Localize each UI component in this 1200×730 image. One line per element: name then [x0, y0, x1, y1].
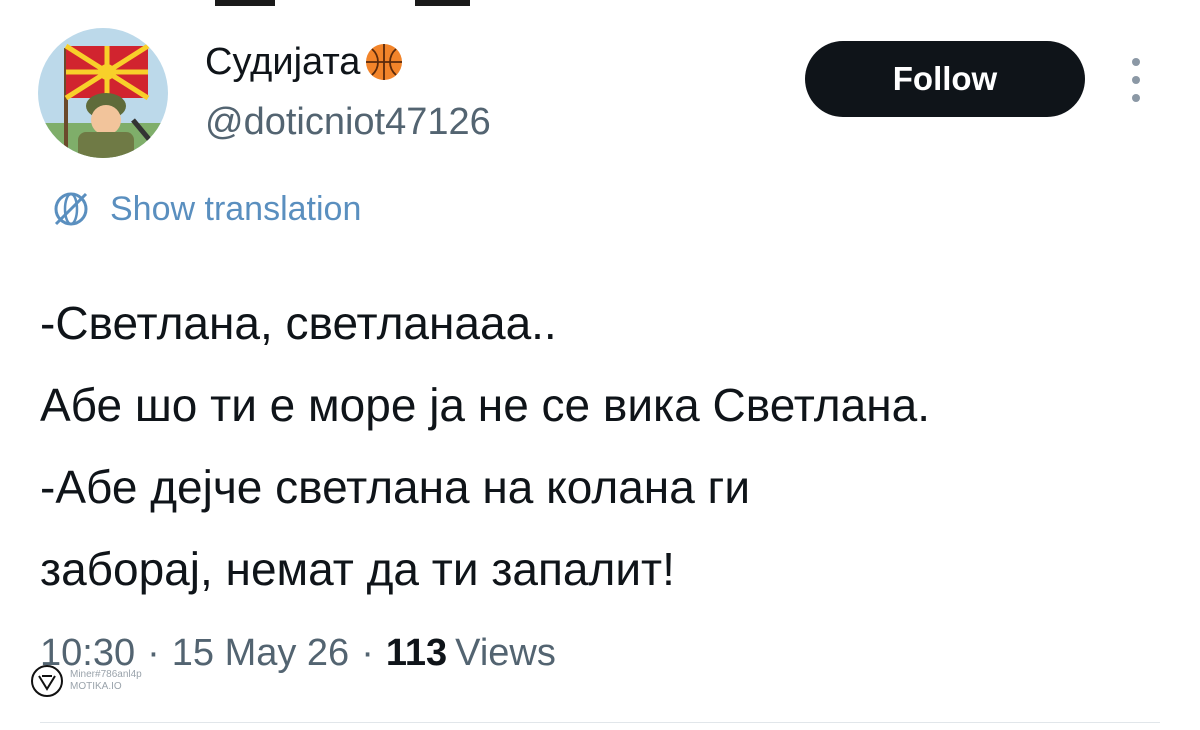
show-translation-label: Show translation — [110, 189, 362, 228]
top-edge-remnant-right — [415, 0, 470, 6]
tweet-line: Абе шо ти е море ја не се вика Светлана. — [40, 379, 930, 431]
avatar-image — [38, 28, 168, 158]
display-name[interactable]: Судијата — [205, 40, 404, 84]
divider — [40, 722, 1160, 723]
tweet-text: -Светлана, светланааа.. Абе шо ти е море… — [40, 282, 1170, 610]
tweet-date[interactable]: 15 May 26 — [172, 632, 349, 675]
basketball-icon — [366, 44, 403, 80]
views-label: Views — [455, 632, 556, 674]
meta-separator: · — [361, 632, 374, 674]
tweet-line: -Абе дејче светлана на колана ги — [40, 461, 751, 513]
watermark-line1: Miner#786anl4p — [70, 669, 142, 680]
avatar[interactable] — [38, 28, 168, 158]
watermark-line2: MOTIKA.IO — [70, 681, 122, 692]
display-name-text: Судијата — [205, 41, 361, 83]
more-dot — [1132, 76, 1140, 84]
meta-separator: · — [147, 632, 160, 674]
watermark: Miner#786anl4p MOTIKA.IO — [30, 664, 142, 698]
translate-globe-icon — [54, 192, 88, 226]
watermark-text: Miner#786anl4p MOTIKA.IO — [70, 669, 142, 693]
tweet-line: заборај, немат да ти запалит! — [40, 543, 675, 595]
user-handle[interactable]: @doticniot47126 — [205, 100, 491, 144]
more-options-icon[interactable] — [1124, 58, 1148, 102]
tweet-line: -Светлана, светланааа.. — [40, 297, 557, 349]
watermark-logo-icon — [31, 665, 63, 697]
show-translation-link[interactable]: Show translation — [50, 188, 361, 230]
views-count[interactable]: 113 — [386, 632, 447, 675]
more-dot — [1132, 58, 1140, 66]
follow-button[interactable]: Follow — [805, 41, 1085, 117]
more-dot — [1132, 94, 1140, 102]
top-edge-remnant-left — [215, 0, 275, 6]
